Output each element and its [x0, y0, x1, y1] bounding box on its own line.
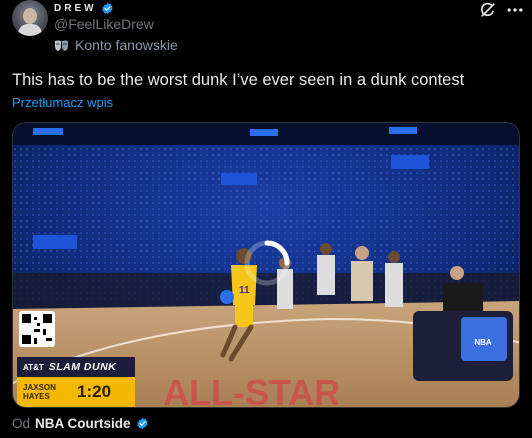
- author-name-row[interactable]: DREW: [54, 1, 114, 15]
- scoreboard-clock: 1:20: [77, 382, 112, 401]
- video-player[interactable]: ALL-STAR 11 NBA AT&T SLAM DUNK JAXSON HA…: [12, 122, 520, 408]
- tweet-header: DREW @FeelLikeDrew Konto fanowskie: [0, 0, 532, 60]
- affiliation-row: Konto fanowskie: [54, 37, 178, 53]
- tweet-text: This has to be the worst dunk I’ve ever …: [12, 71, 465, 89]
- media-source: Od NBA Courtside: [12, 416, 149, 431]
- scoreboard-sponsor: AT&T: [23, 362, 44, 372]
- avatar[interactable]: [12, 0, 48, 36]
- author-display-name[interactable]: DREW: [54, 3, 97, 14]
- scoreboard-header: AT&T SLAM DUNK: [17, 357, 135, 377]
- scoreboard-overlay: AT&T SLAM DUNK JAXSON HAYES 1:20: [17, 357, 135, 407]
- translate-post-link[interactable]: Przetłumacz wpis: [12, 95, 113, 110]
- scoreboard-player-last: HAYES: [23, 392, 50, 401]
- svg-text:ALL-STAR: ALL-STAR: [163, 372, 340, 408]
- scoreboard-event: SLAM DUNK: [48, 361, 117, 373]
- more-icon[interactable]: [504, 0, 526, 20]
- verified-badge-icon: [136, 417, 148, 430]
- loading-spinner-icon: [244, 240, 290, 286]
- grok-icon[interactable]: [478, 0, 498, 20]
- source-name-link[interactable]: NBA Courtside: [35, 416, 131, 431]
- verified-badge-icon: [101, 2, 113, 14]
- svg-text:NBA: NBA: [474, 338, 492, 347]
- scoreboard-body: JAXSON HAYES 1:20: [17, 377, 135, 407]
- scoreboard-player-first: JAXSON: [23, 383, 56, 392]
- source-prefix: Od: [12, 416, 31, 431]
- affiliation-label: Konto fanowskie: [75, 37, 178, 53]
- fan-account-badge-icon: [55, 40, 68, 51]
- author-handle[interactable]: @FeelLikeDrew: [54, 16, 154, 32]
- qr-code: [19, 311, 55, 347]
- scoreboard-player: JAXSON HAYES: [23, 383, 69, 401]
